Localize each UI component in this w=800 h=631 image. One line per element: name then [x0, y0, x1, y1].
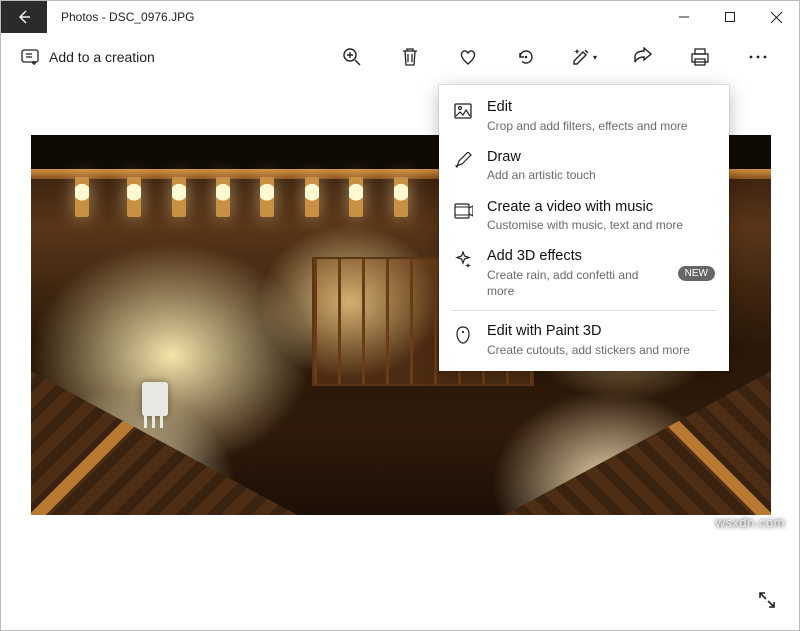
chevron-down-icon: ▾ — [593, 53, 597, 62]
titlebar: Photos - DSC_0976.JPG — [1, 1, 799, 33]
menu-title: Create a video with music — [487, 198, 715, 218]
menu-title: Add 3D effects — [487, 247, 660, 267]
fullscreen-icon — [757, 590, 777, 610]
menu-separator — [451, 310, 717, 311]
ellipsis-icon — [749, 55, 767, 59]
rotate-button[interactable] — [497, 33, 555, 81]
menu-sub: Crop and add filters, effects and more — [487, 118, 715, 134]
toolbar: Add to a creation ▾ — [1, 33, 799, 81]
window-controls — [661, 1, 799, 33]
video-music-icon — [453, 201, 473, 221]
add-to-creation-label: Add to a creation — [49, 49, 155, 65]
more-button[interactable] — [729, 33, 787, 81]
share-button[interactable] — [613, 33, 671, 81]
edit-dropdown-button[interactable]: ▾ — [555, 33, 613, 81]
maximize-button[interactable] — [707, 1, 753, 33]
close-icon — [771, 12, 782, 23]
zoom-button[interactable] — [323, 33, 381, 81]
menu-item-draw[interactable]: Draw Add an artistic touch — [439, 141, 729, 191]
picture-icon — [453, 101, 473, 121]
back-button[interactable] — [1, 1, 47, 33]
menu-title: Edit with Paint 3D — [487, 322, 715, 342]
edit-create-icon — [571, 47, 591, 67]
delete-button[interactable] — [381, 33, 439, 81]
creation-icon — [21, 48, 39, 66]
watermark: wsxdn.com — [715, 515, 785, 530]
menu-sub: Create cutouts, add stickers and more — [487, 342, 715, 358]
trash-icon — [401, 47, 419, 67]
paint3d-icon — [453, 325, 473, 345]
share-icon — [632, 47, 652, 67]
window-title: Photos - DSC_0976.JPG — [61, 10, 194, 24]
menu-item-video[interactable]: Create a video with music Customise with… — [439, 191, 729, 241]
arrow-left-icon — [16, 9, 32, 25]
menu-item-3d-effects[interactable]: Add 3D effects Create rain, add confetti… — [439, 240, 729, 306]
print-button[interactable] — [671, 33, 729, 81]
pen-icon — [453, 151, 473, 171]
new-badge: NEW — [678, 266, 715, 281]
sparkle-icon — [453, 250, 473, 270]
menu-item-paint3d[interactable]: Edit with Paint 3D Create cutouts, add s… — [439, 315, 729, 365]
menu-title: Draw — [487, 148, 715, 168]
rotate-icon — [516, 47, 536, 67]
edit-menu: Edit Crop and add filters, effects and m… — [439, 85, 729, 371]
menu-sub: Customise with music, text and more — [487, 217, 715, 233]
fullscreen-button[interactable] — [749, 582, 785, 618]
menu-item-edit[interactable]: Edit Crop and add filters, effects and m… — [439, 91, 729, 141]
zoom-icon — [342, 47, 362, 67]
add-to-creation-button[interactable]: Add to a creation — [13, 37, 163, 77]
favorite-button[interactable] — [439, 33, 497, 81]
minimize-icon — [679, 12, 689, 22]
print-icon — [690, 47, 710, 67]
close-button[interactable] — [753, 1, 799, 33]
heart-icon — [458, 47, 478, 67]
maximize-icon — [725, 12, 735, 22]
menu-sub: Add an artistic touch — [487, 167, 715, 183]
menu-sub: Create rain, add confetti and more — [487, 267, 660, 299]
menu-title: Edit — [487, 98, 715, 118]
minimize-button[interactable] — [661, 1, 707, 33]
